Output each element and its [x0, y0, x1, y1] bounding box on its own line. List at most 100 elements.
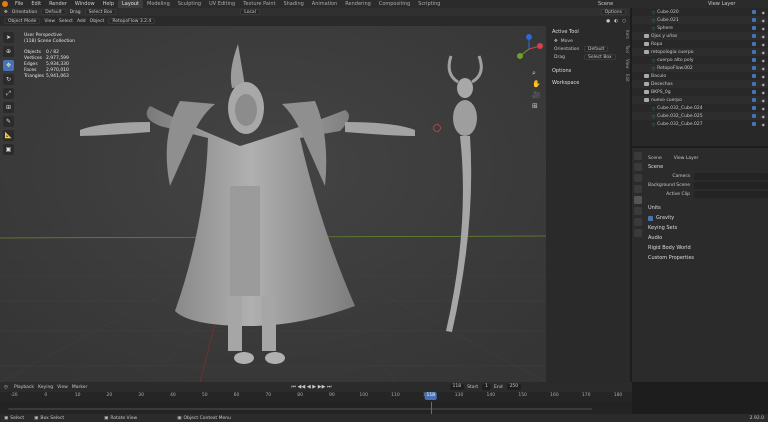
- transform-tool-icon[interactable]: ⊞: [3, 102, 14, 113]
- prev-key-icon[interactable]: ◀◀: [298, 384, 306, 390]
- viewport-menu-object[interactable]: Object: [90, 19, 105, 24]
- blender-logo-icon[interactable]: [2, 1, 8, 7]
- units-section[interactable]: Units: [648, 203, 768, 213]
- render-properties-tab-icon[interactable]: [634, 163, 642, 171]
- outliner-row[interactable]: ▽ Cube.032_Cube.027 ◉: [632, 120, 768, 128]
- exclude-checkbox[interactable]: [752, 114, 756, 118]
- workspace-tab-rendering[interactable]: Rendering: [341, 0, 375, 8]
- workspace-tab-scripting[interactable]: Scripting: [414, 0, 444, 8]
- play-icon[interactable]: ▶: [312, 384, 316, 390]
- move-tool-icon[interactable]: ✥: [4, 10, 8, 15]
- timeline-ruler[interactable]: -200102030405060708090100110120130140150…: [0, 392, 632, 402]
- outliner-row[interactable]: Baculo ◉: [632, 72, 768, 80]
- outliner-row[interactable]: BKPS_0g ◉: [632, 88, 768, 96]
- visibility-eye-icon[interactable]: ◉: [762, 50, 766, 55]
- menu-help[interactable]: Help: [99, 1, 118, 7]
- exclude-checkbox[interactable]: [752, 122, 756, 126]
- outliner-row[interactable]: retopologia cuerpo ◉: [632, 48, 768, 56]
- output-properties-tab-icon[interactable]: [634, 174, 642, 182]
- orientation-dropdown[interactable]: Default: [41, 9, 66, 15]
- visibility-eye-icon[interactable]: ◉: [762, 122, 766, 127]
- timeline-menu-playback[interactable]: Playback: [14, 385, 34, 390]
- shading-material-icon[interactable]: ◐: [614, 19, 618, 24]
- pan-hand-icon[interactable]: ✋: [532, 79, 541, 90]
- jump-start-icon[interactable]: ⏮: [291, 384, 296, 390]
- timeline-scrollbar[interactable]: [8, 408, 592, 410]
- outliner-row[interactable]: ▽ Sphere ◉: [632, 24, 768, 32]
- visibility-eye-icon[interactable]: ◉: [762, 10, 766, 15]
- select-tool-icon[interactable]: ➤: [3, 32, 14, 43]
- breadcrumb-scene[interactable]: Scene: [648, 156, 662, 161]
- jump-end-icon[interactable]: ⏭: [327, 384, 332, 390]
- play-reverse-icon[interactable]: ◀: [307, 384, 311, 390]
- visibility-eye-icon[interactable]: ◉: [762, 106, 766, 111]
- next-key-icon[interactable]: ▶▶: [318, 384, 326, 390]
- camera-view-icon[interactable]: 🎥: [532, 90, 541, 101]
- viewport-menu-add[interactable]: Add: [77, 19, 86, 24]
- workspace-section[interactable]: Workspace: [546, 77, 630, 89]
- active-tool-header[interactable]: Active Tool: [546, 26, 630, 38]
- texture-properties-tab-icon[interactable]: [634, 229, 642, 237]
- gravity-checkbox[interactable]: [648, 215, 653, 221]
- outliner-row[interactable]: Ropa ◉: [632, 40, 768, 48]
- timeline-menu-view[interactable]: View: [57, 385, 68, 390]
- shading-solid-icon[interactable]: ●: [606, 19, 610, 24]
- view-layer-selector[interactable]: View Layer: [708, 1, 768, 7]
- playhead-frame[interactable]: 118: [424, 392, 438, 400]
- exclude-checkbox[interactable]: [752, 18, 756, 22]
- rotate-tool-icon[interactable]: ↻: [3, 74, 14, 85]
- outliner-row[interactable]: ▽ RetopoFlow.002 ◉: [632, 64, 768, 72]
- outliner-row[interactable]: ▽ Cube.032_Cube.025 ◉: [632, 112, 768, 120]
- tool-properties-tab-icon[interactable]: [634, 152, 642, 160]
- outliner-row[interactable]: ▽ cuerpo alto poly ◉: [632, 56, 768, 64]
- workspace-tab-modeling[interactable]: Modeling: [143, 0, 174, 8]
- viewport-menu-select[interactable]: Select: [59, 19, 73, 24]
- visibility-eye-icon[interactable]: ◉: [762, 114, 766, 119]
- collection-properties-tab-icon[interactable]: [634, 218, 642, 226]
- viewport-menu-view[interactable]: View: [44, 19, 55, 24]
- timeline-menu-marker[interactable]: Marker: [72, 385, 88, 390]
- visibility-eye-icon[interactable]: ◉: [762, 42, 766, 47]
- scale-tool-icon[interactable]: ⤢: [3, 88, 14, 99]
- menu-render[interactable]: Render: [45, 1, 71, 7]
- scene-section[interactable]: Scene: [648, 162, 768, 172]
- exclude-checkbox[interactable]: [752, 10, 756, 14]
- exclude-checkbox[interactable]: [752, 34, 756, 38]
- npanel-tab-view[interactable]: View: [625, 59, 630, 69]
- transform-orientation-dropdown[interactable]: Local: [240, 9, 260, 15]
- workspace-tab-compositing[interactable]: Compositing: [375, 0, 414, 8]
- active-tool-row[interactable]: ✥ Move: [546, 38, 630, 45]
- visibility-eye-icon[interactable]: ◉: [762, 58, 766, 63]
- current-frame-field[interactable]: 118: [449, 384, 465, 390]
- npanel-tab-edit[interactable]: Edit: [625, 74, 630, 82]
- perspective-grid-icon[interactable]: ⊞: [532, 101, 541, 112]
- timeline-editor-icon[interactable]: ◷: [4, 385, 8, 390]
- view-layer-tab-icon[interactable]: [634, 185, 642, 193]
- exclude-checkbox[interactable]: [752, 106, 756, 110]
- audio-section[interactable]: Audio: [648, 233, 768, 243]
- npanel-orientation-dropdown[interactable]: Default: [584, 46, 609, 52]
- background-scene-input[interactable]: [694, 182, 768, 189]
- exclude-checkbox[interactable]: [752, 42, 756, 46]
- add-cube-tool-icon[interactable]: ▣: [3, 144, 14, 155]
- workspace-tab-shading[interactable]: Shading: [279, 0, 307, 8]
- npanel-tab-tool[interactable]: Tool: [625, 45, 630, 53]
- exclude-checkbox[interactable]: [752, 58, 756, 62]
- retopoflow-dropdown[interactable]: RetopoFlow 3.2.4: [108, 18, 156, 24]
- menu-edit[interactable]: Edit: [27, 1, 45, 7]
- visibility-eye-icon[interactable]: ◉: [762, 66, 766, 71]
- workspace-tab-uv-editing[interactable]: UV Editing: [205, 0, 239, 8]
- visibility-eye-icon[interactable]: ◉: [762, 18, 766, 23]
- exclude-checkbox[interactable]: [752, 66, 756, 70]
- active-clip-input[interactable]: [694, 191, 768, 198]
- outliner[interactable]: ▽ Cube.020 ◉ ▽ Cube.021 ◉ ▽ Sphere ◉ Ojos y uñas ◉…: [632, 8, 768, 146]
- visibility-eye-icon[interactable]: ◉: [762, 82, 766, 87]
- timeline-menu-keying[interactable]: Keying: [38, 385, 53, 390]
- zoom-icon[interactable]: ⌕: [532, 68, 541, 79]
- shading-rendered-icon[interactable]: ○: [622, 19, 626, 24]
- menu-window[interactable]: Window: [71, 1, 99, 7]
- 3d-viewport[interactable]: [0, 26, 546, 382]
- custom-properties-section[interactable]: Custom Properties: [648, 253, 768, 263]
- rigid-body-world-section[interactable]: Rigid Body World: [648, 243, 768, 253]
- visibility-eye-icon[interactable]: ◉: [762, 98, 766, 103]
